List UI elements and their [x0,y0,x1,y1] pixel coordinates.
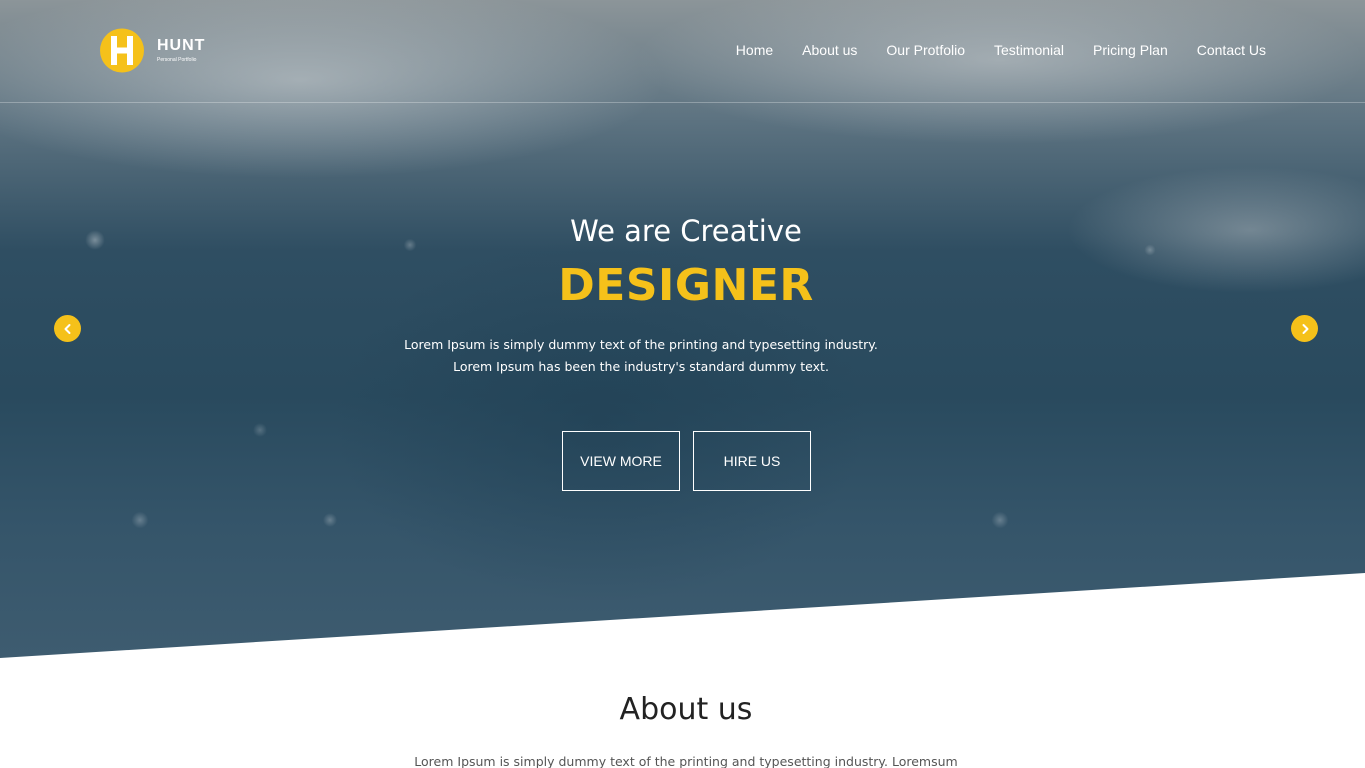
view-more-button[interactable]: VIEW MORE [562,431,680,491]
hero-kicker: We are Creative [570,214,802,248]
nav-contact-us[interactable]: Contact Us [1197,42,1266,58]
navbar: HUNT Personal Portfolio Home About us Ou… [0,0,1365,103]
nav-about-us[interactable]: About us [802,42,857,58]
hero-title: DESIGNER [558,260,814,311]
nav-testimonial[interactable]: Testimonial [994,42,1064,58]
chevron-left-icon [64,323,70,334]
hire-us-button[interactable]: HIRE US [693,431,811,491]
chevron-right-icon [1302,323,1308,334]
nav-home[interactable]: Home [736,42,773,58]
main-nav: Home About us Our Protfolio Testimonial … [736,42,1266,58]
logo-tagline: Personal Portfolio [157,57,197,63]
slider-prev-button[interactable] [54,315,81,342]
logo[interactable]: HUNT Personal Portfolio [92,28,206,74]
nav-our-portfolio[interactable]: Our Protfolio [886,42,965,58]
about-text: Lorem Ipsum is simply dummy text of the … [414,754,958,768]
hero-description: Lorem Ipsum is simply dummy text of the … [404,337,878,374]
logo-wordmark: HUNT [157,37,206,54]
nav-pricing-plan[interactable]: Pricing Plan [1093,42,1168,58]
about-title: About us [619,692,753,727]
logo-h-icon [100,28,144,73]
slider-next-button[interactable] [1291,315,1318,342]
